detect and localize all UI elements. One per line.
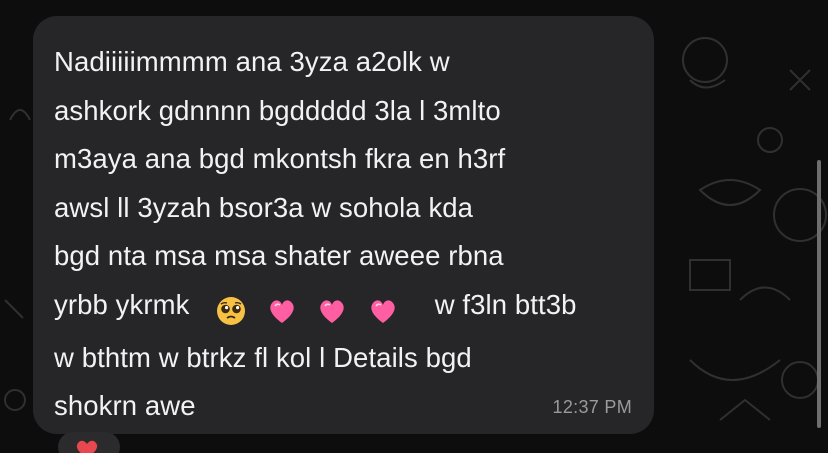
- heart-reaction-icon: [76, 440, 98, 453]
- pleading-face-emoji: [216, 296, 245, 325]
- pink-heart-emoji: [320, 300, 345, 323]
- message-line: Nadiiiiimmmm ana 3yza a2olk w: [54, 46, 450, 77]
- message-text: Nadiiiiimmmm ana 3yza a2olk w ashkork gd…: [54, 38, 634, 431]
- message-line: ashkork gdnnnn bgddddd 3la l 3mlto: [54, 94, 501, 126]
- scroll-indicator[interactable]: [817, 160, 821, 428]
- message-line: shokrn awe: [54, 390, 196, 422]
- message-timestamp: 12:37 PM: [552, 397, 632, 417]
- message-line: bgd nta msa msa shater aweee rbna: [54, 240, 504, 272]
- message-line-segment: yrbb ykrmk: [54, 288, 190, 320]
- message-line-segment: w f3ln btt3b: [434, 288, 577, 320]
- message-line-emoji-row: yrbb ykrmk w f3ln btt3b: [54, 281, 634, 334]
- message-line: m3aya ana bgd mkontsh fkra en h3rf: [54, 143, 506, 175]
- message-line: w bthtm w btrkz fl kol l Details bgd: [54, 341, 472, 373]
- emoji-group: [216, 285, 411, 334]
- pink-heart-emoji: [371, 300, 395, 323]
- message-line: awsl ll 3yzah bsor3a w sohola kda: [54, 191, 474, 223]
- pink-heart-emoji: [270, 300, 294, 323]
- message-bubble[interactable]: Nadiiiiimmmm ana 3yza a2olk w ashkork gd…: [33, 16, 654, 434]
- chat-screen: Nadiiiiimmmm ana 3yza a2olk w ashkork gd…: [0, 0, 828, 453]
